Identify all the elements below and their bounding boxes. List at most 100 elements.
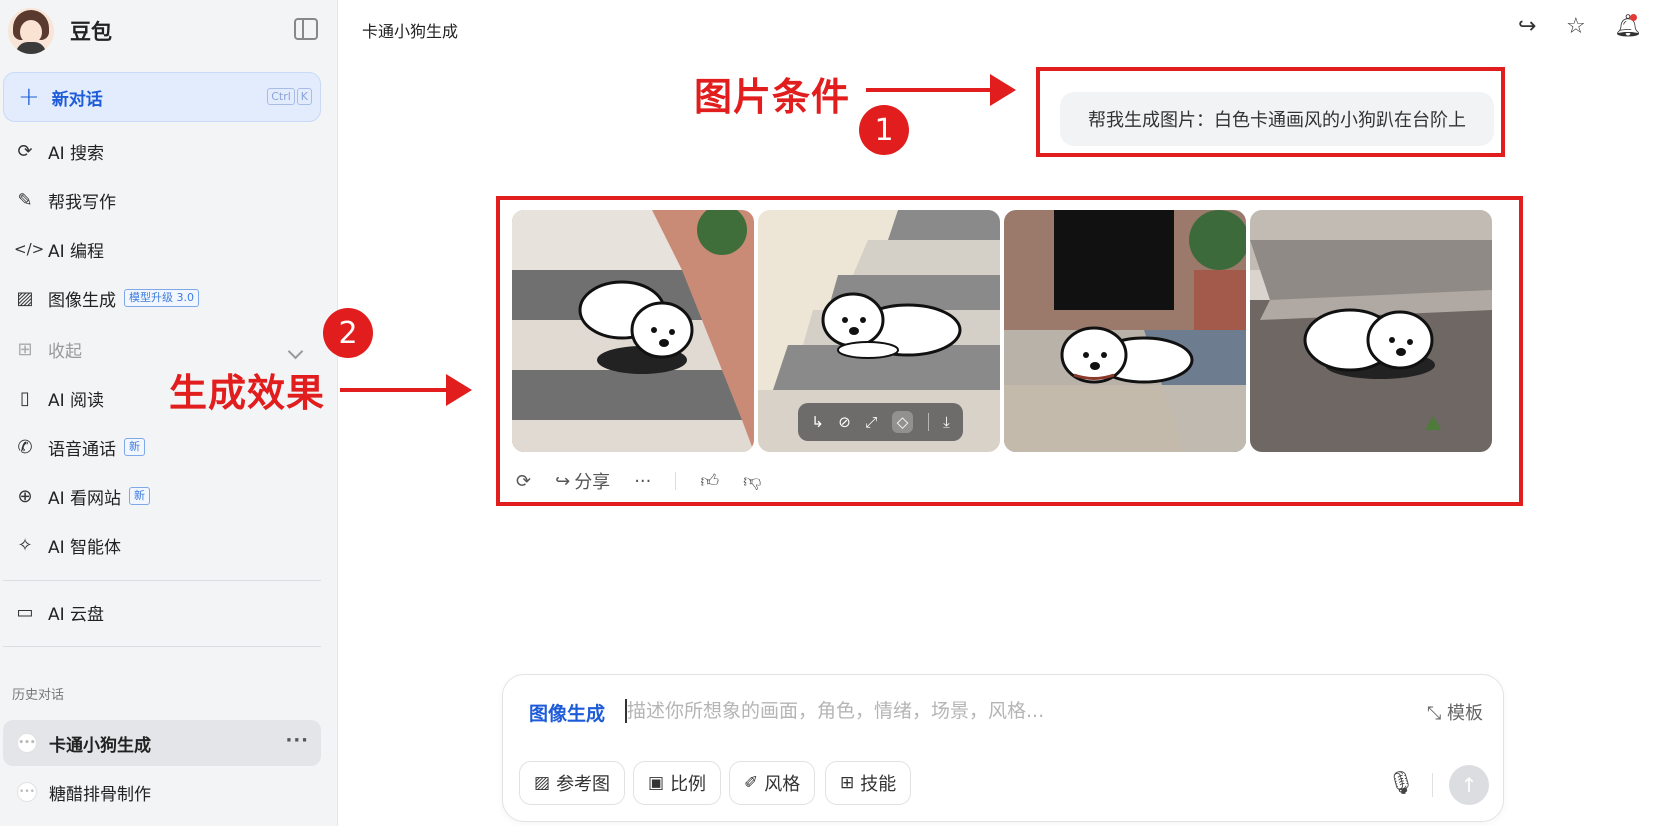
annotation-label-result: 生成效果: [169, 371, 326, 415]
annotation-label-condition: 图片条件: [694, 75, 851, 119]
composer-mode[interactable]: 图像生成: [529, 699, 605, 726]
user-message: 帮我生成图片：白色卡通画风的小狗趴在台阶上: [1060, 92, 1494, 146]
code-icon: </>: [14, 240, 45, 258]
new-chat-button[interactable]: + 新对话 Ctrl K: [3, 72, 321, 122]
sidebar-item-label: 帮我写作: [48, 192, 116, 213]
image-icon: ▨: [534, 773, 551, 793]
sidebar-item-coding[interactable]: </> AI 编程: [14, 234, 104, 264]
bell-icon[interactable]: 🔔︎: [1614, 14, 1642, 39]
generated-image-4[interactable]: [1250, 210, 1492, 452]
arrow-up-icon: ↑: [1460, 773, 1478, 797]
image-icon: ▨: [16, 287, 34, 309]
sidebar-item-ai-search[interactable]: ⟳ AI 搜索: [14, 136, 104, 166]
sidebar-item-label: AI 云盘: [48, 604, 105, 625]
brand[interactable]: 豆包: [8, 8, 112, 54]
generated-images: [512, 210, 1492, 452]
search-spark-icon: ⟳: [17, 140, 33, 162]
chip-label: 风格: [764, 774, 801, 795]
sidebar-item-label: AI 阅读: [48, 390, 105, 411]
sidebar-item-cloud-drive[interactable]: ▭ AI 云盘: [14, 597, 104, 627]
sidebar-item-image-gen[interactable]: ▨ 图像生成 模型升级 3.0: [14, 283, 199, 313]
message-actions: ⟳ ↪ 分享 ··· 👍︎ 👎︎: [516, 468, 785, 494]
ratio-icon: ▣: [648, 773, 665, 793]
divider: [3, 646, 321, 647]
new-chat-label: 新对话: [51, 89, 103, 110]
sidebar-item-label: AI 编程: [48, 241, 105, 262]
toolbar-divider: [927, 413, 929, 431]
share-icon[interactable]: ↪: [1518, 14, 1536, 39]
chip-label: 技能: [860, 774, 897, 795]
thumbs-down-icon[interactable]: 👎︎: [743, 470, 761, 492]
composer: 图像生成 ⤡ 模板 ▨参考图 ▣比例 ✐风格 ⊞技能 🎙︎ ↑: [502, 674, 1504, 822]
shortcut-hint: Ctrl K: [267, 88, 312, 105]
history-item[interactable]: ••• 糖醋排骨制作: [3, 769, 321, 815]
aspect-ratio-button[interactable]: ▣ 比例: [633, 761, 722, 805]
download-icon[interactable]: ⤓: [943, 413, 950, 431]
edit-icon[interactable]: ⊘: [838, 413, 851, 431]
sidebar-item-label: AI 搜索: [48, 143, 105, 164]
eraser-icon[interactable]: ◇: [891, 411, 914, 433]
model-upgrade-tag: 模型升级 3.0: [124, 289, 199, 307]
cloud-folder-icon: ▭: [16, 601, 34, 623]
sidebar-item-agents[interactable]: ✧ AI 智能体: [14, 530, 121, 560]
shortcut-k: K: [296, 88, 312, 105]
annotation-arrow: [340, 374, 472, 406]
send-button[interactable]: ↑: [1449, 765, 1489, 805]
history-item-label: 卡通小狗生成: [49, 735, 151, 756]
style-button[interactable]: ✐ 风格: [729, 761, 816, 805]
sidebar-item-writing[interactable]: ✎ 帮我写作: [14, 185, 116, 215]
template-label: 模板: [1447, 703, 1483, 724]
chat-bubble-icon: •••: [17, 733, 37, 753]
sidebar-item-web-read[interactable]: ⊕ AI 看网站 新: [14, 481, 151, 511]
sidebar-item-voice-call[interactable]: ✆ 语音通话 新: [14, 432, 145, 462]
prompt-input[interactable]: [627, 695, 1327, 727]
share-icon: ↪: [555, 470, 571, 492]
history-item-label: 糖醋排骨制作: [49, 784, 151, 805]
chip-label: 参考图: [556, 774, 611, 795]
more-icon[interactable]: ···: [285, 730, 309, 751]
expand-icon: ⤡: [1426, 703, 1447, 724]
more-icon[interactable]: ···: [634, 471, 651, 492]
reference-image-button[interactable]: ▨ 参考图: [519, 761, 626, 805]
chip-label: 比例: [670, 774, 707, 795]
page-title: 卡通小狗生成: [362, 22, 459, 41]
thumbs-up-icon[interactable]: 👍︎: [700, 470, 719, 492]
annotation-arrow: [866, 74, 1016, 106]
annotation-badge-1: 1: [859, 105, 909, 155]
pen-icon: ✎: [17, 189, 33, 211]
chevron-down-icon[interactable]: [287, 343, 304, 360]
chat-bubble-icon: •••: [17, 782, 37, 802]
brand-name: 豆包: [70, 20, 112, 44]
microphone-icon[interactable]: 🎙︎: [1387, 771, 1415, 796]
image-toolbar: ↳ ⊘ ⤢ ◇ ⤓: [798, 403, 963, 441]
sidebar-item-label: 语音通话: [48, 439, 116, 460]
composer-divider: [1432, 773, 1433, 797]
sidebar-item-collapse[interactable]: ⊞ 收起: [14, 334, 82, 364]
generated-image-1[interactable]: [512, 210, 754, 452]
plus-icon: +: [18, 82, 40, 112]
history-heading: 历史对话: [12, 688, 65, 703]
brush-icon: ✐: [744, 773, 759, 793]
sidebar-toggle-icon[interactable]: [294, 18, 318, 40]
sidebar-item-label: 收起: [48, 341, 82, 362]
history-item[interactable]: ••• 卡通小狗生成 ···: [3, 720, 321, 766]
phone-icon: ✆: [17, 436, 33, 458]
grid-icon: ⊞: [17, 338, 33, 360]
star-icon[interactable]: ☆: [1566, 14, 1586, 39]
avatar: [8, 8, 54, 54]
sidebar-item-label: AI 智能体: [48, 537, 122, 558]
regenerate-icon[interactable]: ⟳: [516, 471, 531, 492]
generated-image-3[interactable]: [1004, 210, 1246, 452]
grid-icon: ⊞: [840, 773, 855, 793]
action-divider: [675, 472, 677, 490]
annotation-badge-2: 2: [323, 308, 373, 358]
reply-icon[interactable]: ↳: [811, 413, 824, 431]
sidebar-item-label: AI 看网站: [48, 488, 122, 509]
template-button[interactable]: ⤡ 模板: [1427, 699, 1483, 725]
new-tag: 新: [124, 438, 145, 456]
expand-icon[interactable]: ⤢: [865, 413, 877, 431]
skills-button[interactable]: ⊞ 技能: [825, 761, 912, 805]
sidebar-item-reading[interactable]: ▯ AI 阅读: [14, 383, 104, 413]
share-button[interactable]: ↪ 分享: [555, 468, 610, 494]
sidebar-item-label: 图像生成: [48, 290, 116, 311]
